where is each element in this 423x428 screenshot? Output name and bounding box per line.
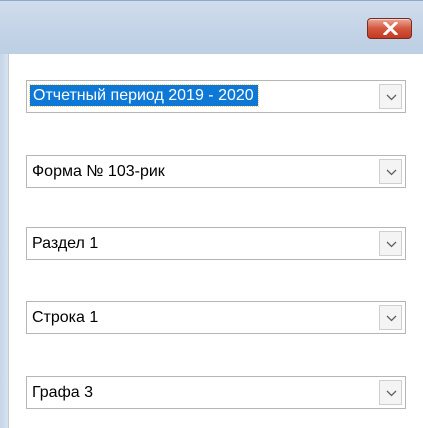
- title-bar: [0, 0, 423, 54]
- chevron-down-icon: [386, 390, 397, 397]
- column-select-dropdown-button[interactable]: [379, 380, 402, 405]
- window-frame-left: [0, 54, 8, 428]
- chevron-down-icon: [386, 315, 397, 322]
- dialog-window: Отчетный период 2019 - 2020 Форма № 103-…: [0, 0, 423, 428]
- close-icon: [383, 22, 398, 35]
- column-select[interactable]: Графа 3: [26, 376, 406, 409]
- period-select[interactable]: Отчетный период 2019 - 2020: [26, 80, 406, 113]
- period-select-value: Отчетный период 2019 - 2020: [29, 84, 259, 107]
- row-select[interactable]: Строка 1: [26, 301, 406, 334]
- section-select-dropdown-button[interactable]: [379, 231, 402, 256]
- column-select-value: Графа 3: [32, 384, 93, 401]
- chevron-down-icon: [386, 169, 397, 176]
- period-select-dropdown-button[interactable]: [379, 84, 402, 109]
- chevron-down-icon: [386, 241, 397, 248]
- close-button[interactable]: [367, 18, 412, 39]
- form-select-value: Форма № 103-рик: [32, 163, 165, 180]
- section-select[interactable]: Раздел 1: [26, 227, 406, 260]
- row-select-dropdown-button[interactable]: [379, 305, 402, 330]
- row-select-value: Строка 1: [32, 309, 99, 326]
- section-select-value: Раздел 1: [32, 235, 99, 252]
- form-select[interactable]: Форма № 103-рик: [26, 155, 406, 188]
- form-select-dropdown-button[interactable]: [379, 159, 402, 184]
- chevron-down-icon: [386, 94, 397, 101]
